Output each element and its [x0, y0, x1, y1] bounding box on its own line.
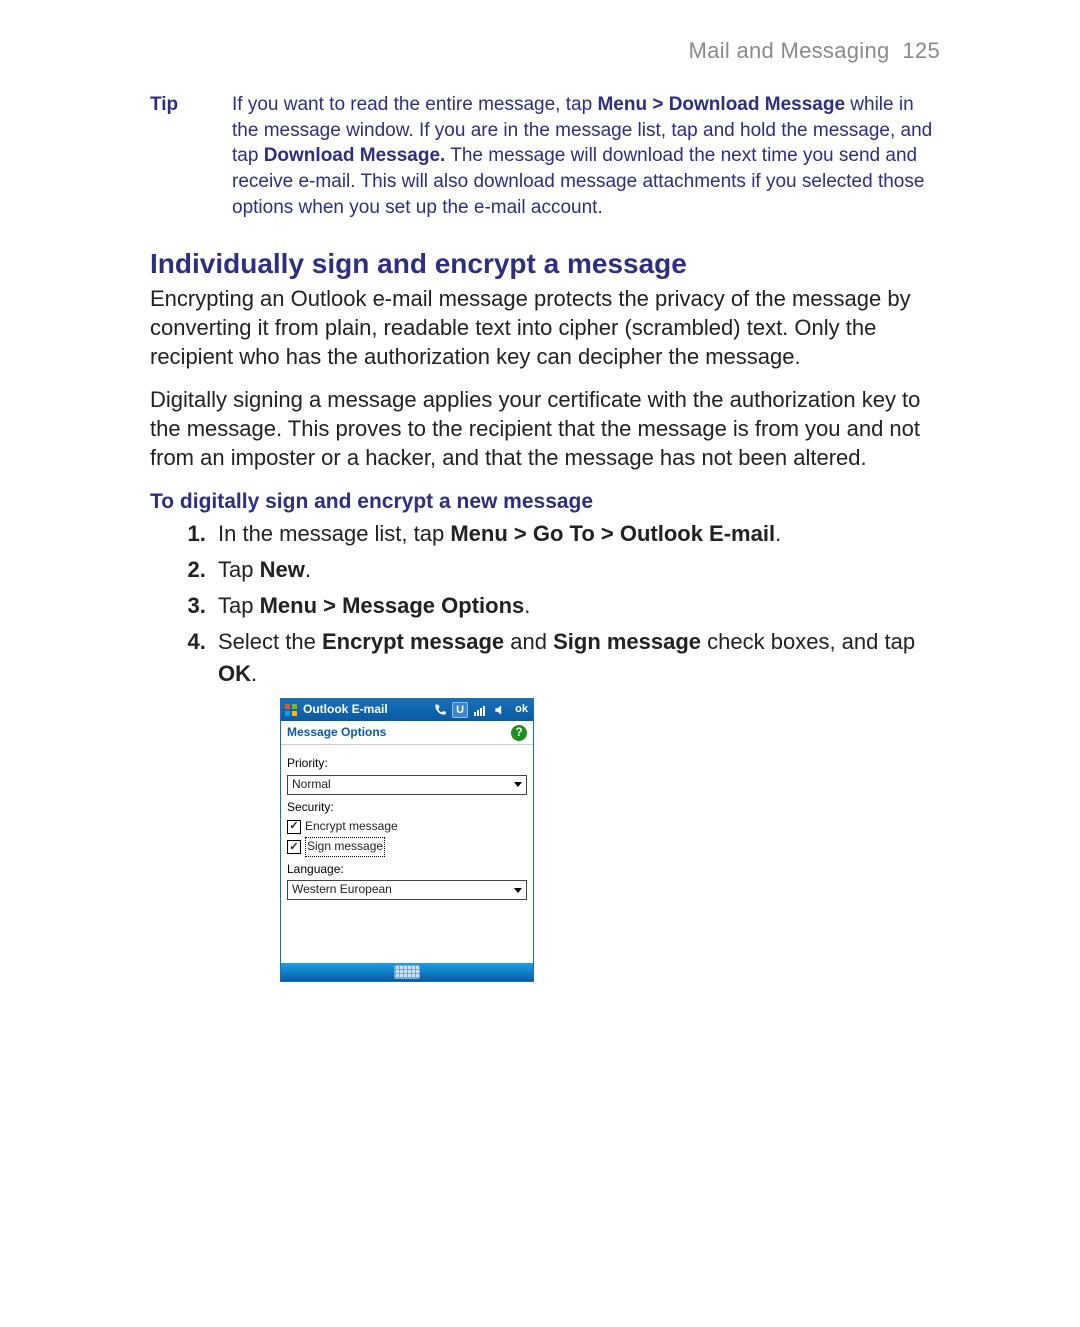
step-text: Tap: [218, 593, 260, 618]
language-label: Language:: [287, 861, 527, 878]
step-bold: Sign message: [553, 629, 701, 654]
step-text: In the message list, tap: [218, 521, 450, 546]
tip-text: If you want to read the entire message, …: [232, 94, 597, 115]
step-bold: OK: [218, 661, 251, 686]
phone-icon: [432, 702, 448, 718]
procedure-steps: In the message list, tap Menu > Go To > …: [150, 518, 940, 982]
device-softkey-bar: [281, 963, 533, 981]
step-text: Select the: [218, 629, 322, 654]
screen-title: Message Options: [287, 724, 386, 741]
tip-block: Tip If you want to read the entire messa…: [150, 92, 940, 220]
priority-value: Normal: [292, 776, 331, 793]
procedure-heading: To digitally sign and encrypt a new mess…: [150, 490, 940, 514]
signal-icon: [472, 702, 488, 718]
tip-bold: Menu > Download Message: [597, 94, 845, 115]
tip-body: If you want to read the entire message, …: [232, 92, 940, 220]
encrypt-label: Encrypt message: [305, 818, 398, 835]
step-text: .: [251, 661, 257, 686]
priority-dropdown[interactable]: Normal: [287, 775, 527, 795]
language-dropdown[interactable]: Western European: [287, 880, 527, 900]
device-body: Priority: Normal Security: Encrypt messa…: [281, 745, 533, 963]
step-2: Tap New.: [212, 554, 940, 586]
device-titlebar: Outlook E-mail U ok: [281, 699, 533, 721]
encrypt-checkbox-row[interactable]: Encrypt message: [287, 818, 527, 835]
step-3: Tap Menu > Message Options.: [212, 590, 940, 622]
chevron-down-icon: [514, 782, 522, 787]
u-badge-icon: U: [452, 702, 468, 718]
help-icon[interactable]: ?: [511, 725, 527, 741]
sign-checkbox[interactable]: [287, 840, 301, 854]
device-screenshot: Outlook E-mail U ok Message Options: [280, 698, 534, 982]
sign-label: Sign message: [305, 837, 385, 856]
keyboard-icon[interactable]: [394, 965, 420, 979]
chevron-down-icon: [514, 888, 522, 893]
security-label: Security:: [287, 799, 527, 816]
intro-paragraph-2: Digitally signing a message applies your…: [150, 385, 940, 472]
running-header-page-number: 125: [902, 38, 940, 63]
speaker-icon: [492, 702, 508, 718]
step-bold: New: [260, 557, 305, 582]
section-heading: Individually sign and encrypt a message: [150, 248, 940, 280]
ok-button[interactable]: ok: [512, 702, 531, 718]
step-text: check boxes, and tap: [701, 629, 915, 654]
step-4: Select the Encrypt message and Sign mess…: [212, 626, 940, 982]
manual-page: Mail and Messaging 125 Tip If you want t…: [0, 0, 1080, 1327]
language-value: Western European: [292, 881, 392, 898]
windows-flag-icon: [283, 702, 299, 718]
step-1: In the message list, tap Menu > Go To > …: [212, 518, 940, 550]
step-bold: Encrypt message: [322, 629, 504, 654]
step-text: Tap: [218, 557, 260, 582]
intro-paragraph-1: Encrypting an Outlook e-mail message pro…: [150, 284, 940, 371]
running-header-section: Mail and Messaging: [689, 38, 890, 63]
device-screen-header: Message Options ?: [281, 721, 533, 745]
tip-bold: Download Message.: [264, 145, 446, 166]
step-bold: Menu > Go To > Outlook E-mail: [450, 521, 775, 546]
step-text: .: [305, 557, 311, 582]
sign-checkbox-row[interactable]: Sign message: [287, 837, 527, 856]
step-bold: Menu > Message Options: [260, 593, 525, 618]
encrypt-checkbox[interactable]: [287, 820, 301, 834]
step-text: and: [504, 629, 553, 654]
tip-label: Tip: [150, 92, 232, 220]
priority-label: Priority:: [287, 755, 527, 772]
running-header: Mail and Messaging 125: [150, 38, 940, 64]
device-title: Outlook E-mail: [303, 701, 388, 718]
step-text: .: [524, 593, 530, 618]
step-text: .: [775, 521, 781, 546]
